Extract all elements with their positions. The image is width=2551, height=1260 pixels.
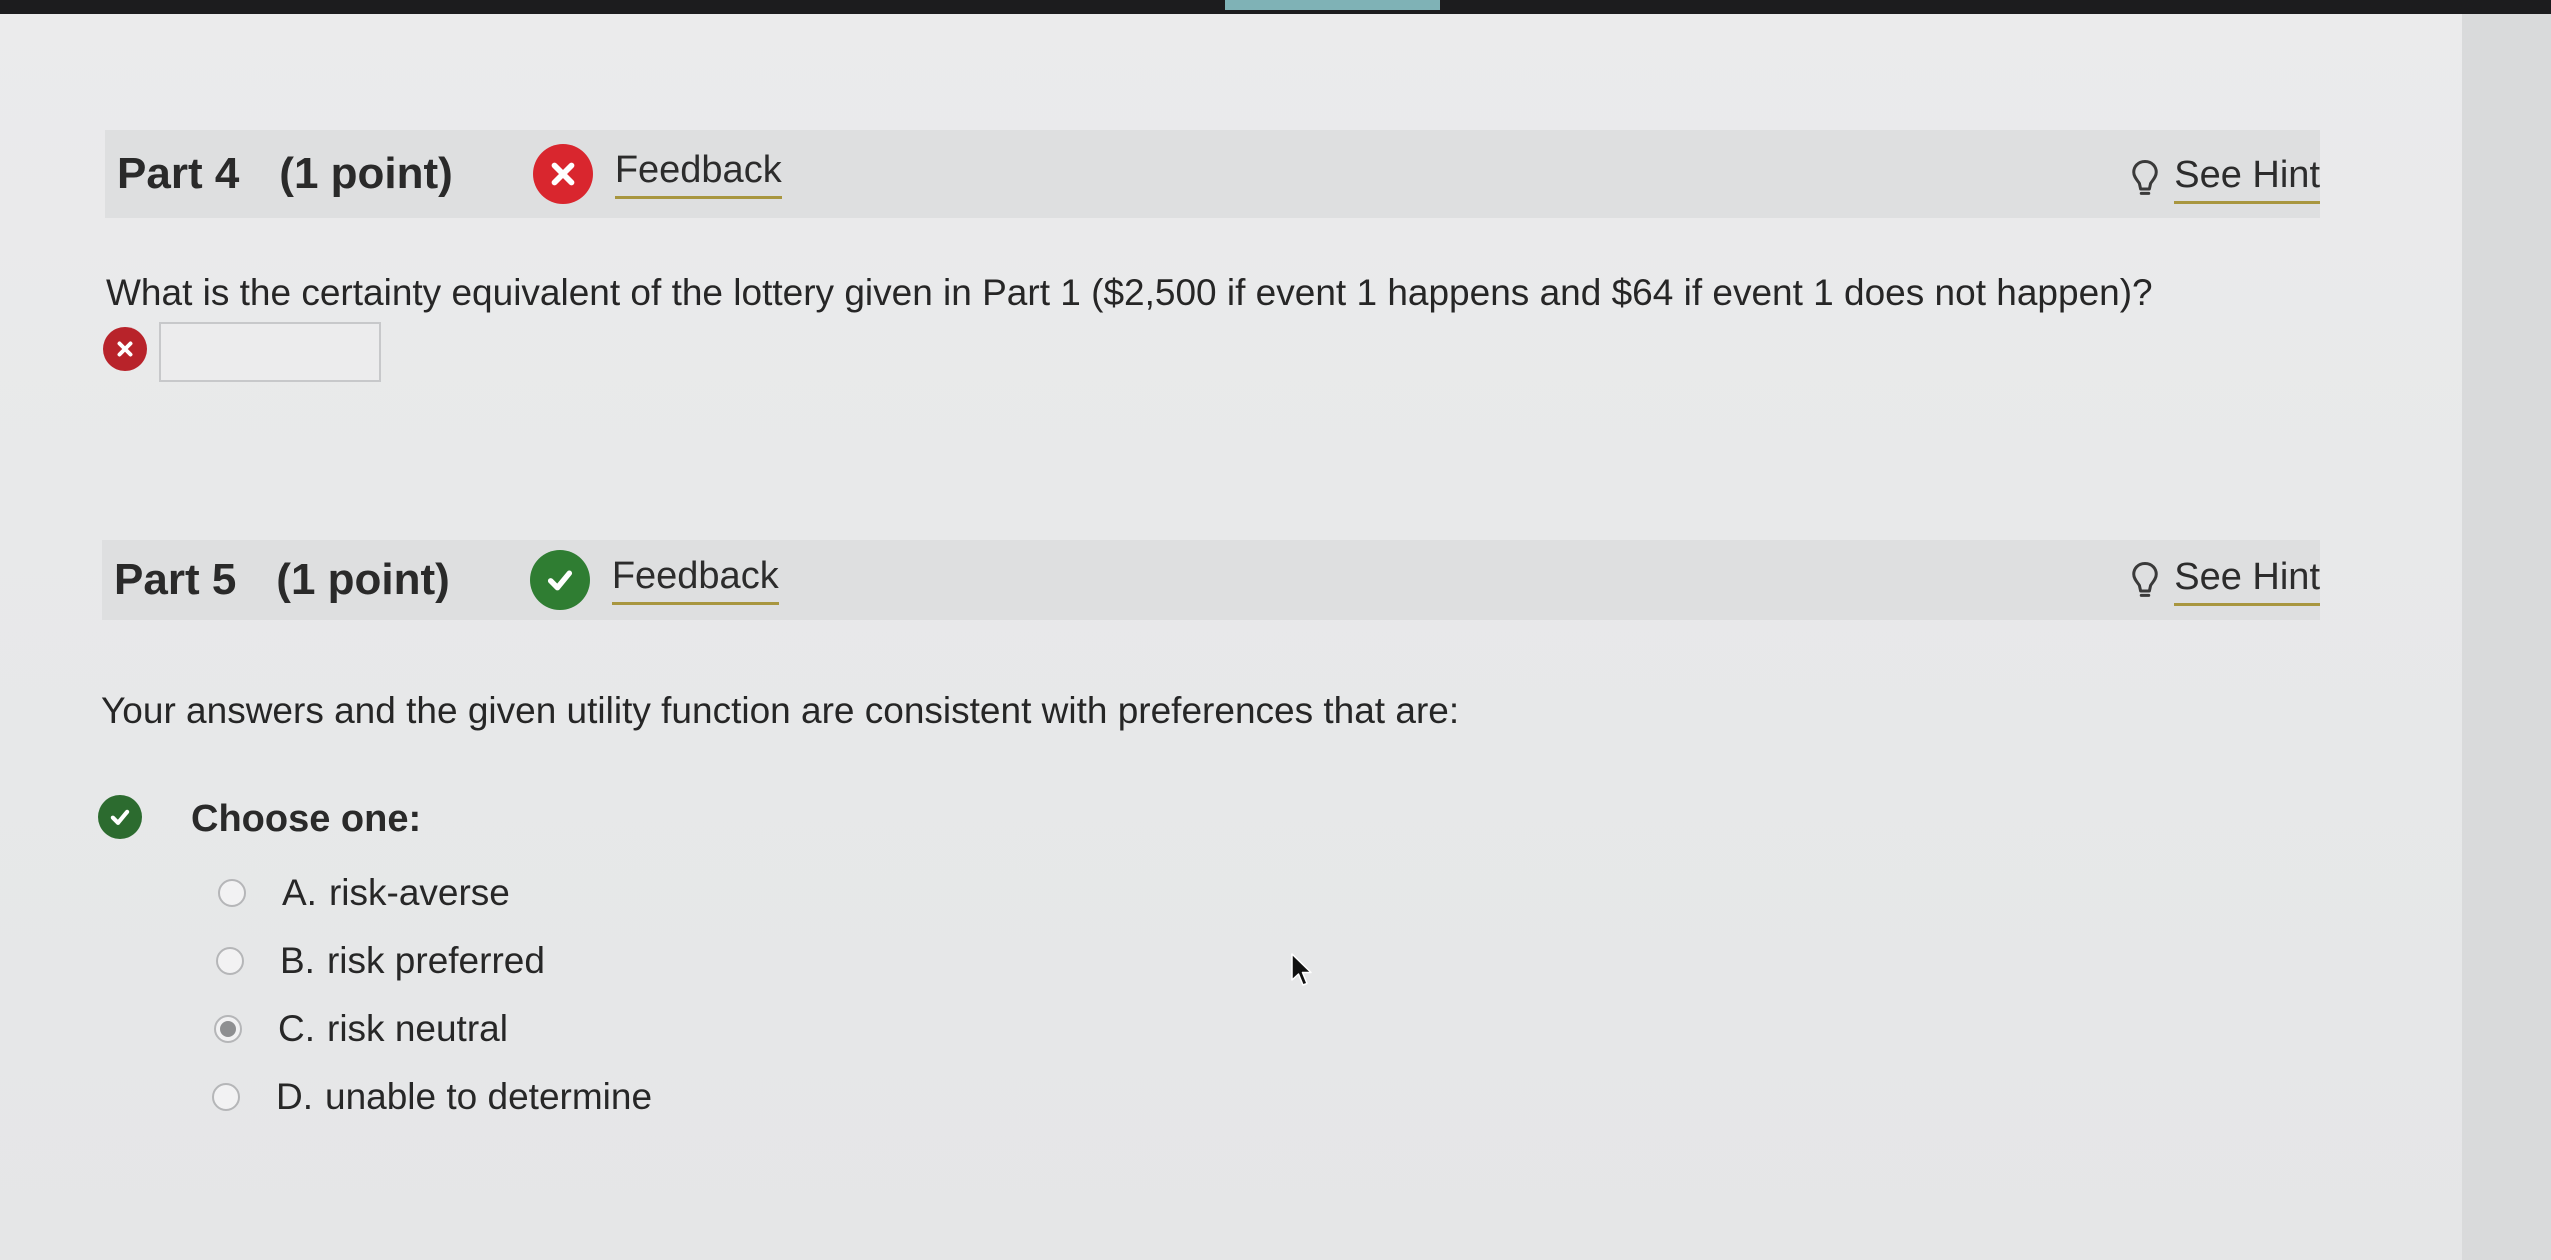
radio-button[interactable]: [216, 947, 244, 975]
option-letter: D.: [276, 1076, 313, 1117]
option-letter: C.: [278, 1008, 315, 1049]
option-letter: B.: [280, 940, 315, 981]
choose-one-label: Choose one:: [191, 798, 422, 840]
lightbulb-icon: [2132, 160, 2158, 195]
radio-button[interactable]: [218, 879, 246, 907]
right-edge-panel: [2462, 14, 2551, 1260]
part5-header: Part 5 (1 point) Feedback See Hint: [102, 540, 2320, 620]
part5-see-hint-button[interactable]: See Hint: [2130, 556, 2320, 606]
lightbulb-icon: [2132, 562, 2158, 597]
option-letter: A.: [282, 872, 317, 913]
radio-button-selected[interactable]: [214, 1015, 242, 1043]
x-circle-icon: [103, 327, 147, 371]
option-label: risk neutral: [327, 1008, 508, 1049]
part4-answer-input[interactable]: [159, 322, 381, 382]
option-label: unable to determine: [325, 1076, 653, 1117]
part4-header: Part 4 (1 point) Feedback See Hint: [105, 130, 2320, 218]
option-c[interactable]: C. risk neutral: [214, 1008, 508, 1050]
check-circle-icon: [98, 795, 142, 839]
option-label: risk preferred: [326, 940, 545, 981]
check-circle-icon: [529, 550, 590, 610]
x-circle-icon: [532, 144, 593, 204]
option-label: risk-averse: [328, 872, 510, 913]
part4-points: (1 point): [279, 149, 453, 198]
option-a[interactable]: A. risk-averse: [218, 872, 510, 914]
part5-hint-label: See Hint: [2174, 556, 2320, 606]
part5-feedback-link[interactable]: Feedback: [611, 555, 779, 605]
top-bar-accent: [1225, 0, 1440, 10]
part4-see-hint-button[interactable]: See Hint: [2130, 154, 2320, 204]
radio-button[interactable]: [212, 1083, 240, 1111]
part4-title: Part 4: [117, 149, 240, 198]
top-bar: [0, 0, 2551, 14]
option-b[interactable]: B. risk preferred: [216, 940, 545, 982]
part4-feedback-link[interactable]: Feedback: [614, 149, 782, 199]
part5-points: (1 point): [276, 555, 450, 604]
quiz-page: Part 4 (1 point) Feedback See Hint What …: [0, 0, 2551, 1260]
part5-title: Part 5: [114, 555, 237, 604]
part5-question: Your answers and the given utility funct…: [101, 690, 1460, 731]
mouse-cursor-icon: [1291, 953, 1312, 986]
part4-hint-label: See Hint: [2174, 154, 2320, 204]
option-d[interactable]: D. unable to determine: [212, 1076, 652, 1118]
part4-question: What is the certainty equivalent of the …: [106, 272, 2153, 313]
